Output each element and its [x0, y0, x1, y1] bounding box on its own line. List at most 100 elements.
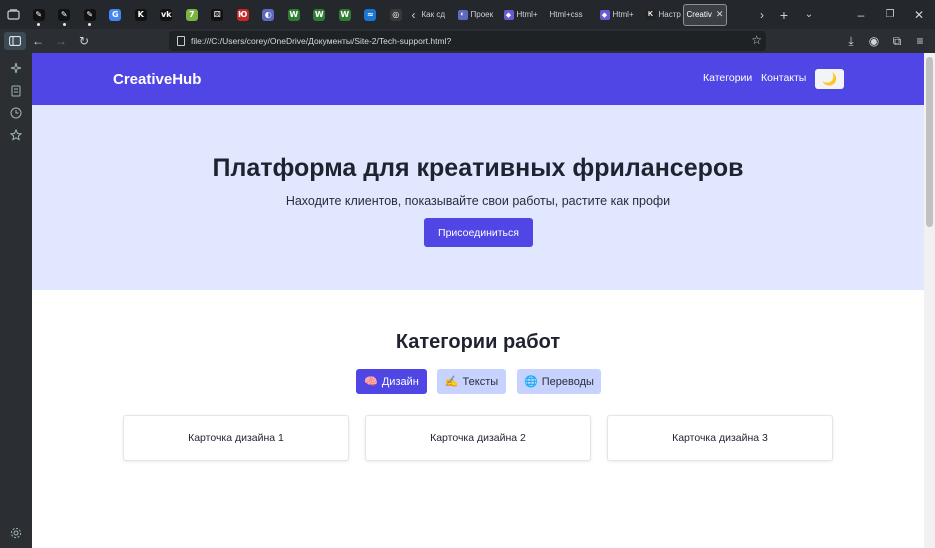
- new-tab-button[interactable]: +: [776, 0, 792, 29]
- file-icon: [177, 36, 185, 46]
- tab[interactable]: Html+css: [547, 4, 597, 26]
- pinned-tab[interactable]: ✎: [26, 0, 52, 29]
- wave-icon: ≈: [364, 8, 377, 21]
- writing-hand-icon: ✍️: [444, 375, 459, 388]
- scroll-tabs-right-icon[interactable]: ›: [755, 0, 769, 29]
- filter-texts-button[interactable]: ✍️ Тексты: [437, 369, 506, 394]
- pinned-tab[interactable]: W: [281, 0, 307, 29]
- back-button[interactable]: ←: [27, 29, 49, 53]
- pinned-tab[interactable]: W: [307, 0, 333, 29]
- puzzle-icon: ⧉: [892, 33, 902, 48]
- filter-design-button[interactable]: 🧠 Дизайн: [356, 369, 427, 394]
- tab[interactable]: Как сд: [419, 4, 455, 26]
- brain-icon: 🧠: [364, 375, 378, 388]
- menu-button[interactable]: ≡: [909, 29, 931, 53]
- join-button[interactable]: Присоединиться: [424, 218, 533, 247]
- tab[interactable]: ◆ Html+: [501, 4, 547, 26]
- forward-button[interactable]: →: [50, 29, 72, 53]
- pinned-tab[interactable]: ◐: [256, 0, 282, 29]
- filter-label: Дизайн: [381, 375, 419, 388]
- pinned-tab[interactable]: ⚄: [205, 0, 231, 29]
- google-icon: G: [109, 8, 122, 21]
- moon-icon: 🌙: [822, 72, 837, 86]
- category-card[interactable]: Карточка дизайна 1: [123, 415, 349, 461]
- site-logo[interactable]: CreativeHub: [113, 71, 201, 88]
- minimize-button[interactable]: –: [853, 0, 869, 29]
- profile-button[interactable]: ◉: [863, 29, 885, 53]
- tab-title: Настр: [658, 10, 681, 19]
- reload-icon: ↻: [78, 34, 90, 48]
- close-tab-icon[interactable]: ✕: [716, 9, 724, 20]
- category-card[interactable]: Карточка дизайна 3: [607, 415, 833, 461]
- gear-icon: [10, 527, 22, 539]
- pinned-tabs: ✎ ✎ ✎ G Kvk 7 ⚄ Ю ◐ W W W ≈ ◎: [26, 0, 409, 29]
- workspaces-icon: [6, 9, 20, 20]
- url-text: file:///C:/Users/corey/OneDrive/Документ…: [191, 36, 452, 46]
- tab[interactable]: ◆ Html+: [597, 4, 643, 26]
- filter-translations-button[interactable]: 🌐 Переводы: [517, 369, 601, 394]
- sparkle-icon: [10, 62, 22, 74]
- sidebar-reading-list-button[interactable]: [0, 81, 32, 101]
- hero-section: Платформа для креативных фрилансеров Нах…: [32, 105, 924, 290]
- profile-icon: ◉: [868, 34, 880, 48]
- tab-title: Проек: [470, 10, 494, 19]
- pinned-tab[interactable]: K: [128, 0, 154, 29]
- openai-icon: ◎: [389, 8, 402, 21]
- pinned-tab[interactable]: W: [332, 0, 358, 29]
- w-logo-icon: W: [313, 8, 326, 21]
- tab-active[interactable]: Creativ ✕: [682, 3, 727, 26]
- globe-icon: ◐: [262, 8, 275, 21]
- sidebar-toggle-button[interactable]: [4, 32, 26, 50]
- pinned-tab[interactable]: ✎: [52, 0, 78, 29]
- pinned-tab[interactable]: ◎: [383, 0, 409, 29]
- sidebar-favorites-button[interactable]: [0, 125, 32, 145]
- bookmark-star-icon[interactable]: ☆: [751, 33, 762, 47]
- browser-tab-bar: ✎ ✎ ✎ G Kvk 7 ⚄ Ю ◐ W W W ≈ ◎ ‹ Как сд ◐ Проек ◆ Html+ Html…: [0, 0, 935, 29]
- pinned-tab[interactable]: 7: [179, 0, 205, 29]
- pinned-tab[interactable]: ✎: [77, 0, 103, 29]
- tab-title: Html+css: [549, 10, 583, 19]
- sidebar-settings-button[interactable]: [0, 523, 32, 543]
- pen-nib-icon: ✎: [83, 8, 96, 21]
- close-window-button[interactable]: ✕: [911, 0, 927, 29]
- browser-sidebar: [0, 53, 32, 548]
- pinned-tab[interactable]: G: [103, 0, 129, 29]
- download-icon: ⤓: [848, 33, 854, 48]
- sidebar-history-button[interactable]: [0, 103, 32, 123]
- nav-link-categories[interactable]: Категории: [703, 72, 752, 84]
- reload-button[interactable]: ↻: [73, 29, 95, 53]
- filter-label: Переводы: [541, 375, 594, 388]
- hero-subtitle: Находите клиентов, показывайте свои рабо…: [285, 194, 671, 208]
- shield-icon: ◆: [503, 9, 514, 20]
- k-logo-icon: K: [645, 9, 656, 20]
- categories-title: Категории работ: [395, 331, 561, 353]
- vk-icon: vk: [160, 8, 173, 21]
- unread-dot: [88, 23, 92, 26]
- pinned-tab[interactable]: Ю: [230, 0, 256, 29]
- site-header: CreativeHub Категории Контакты 🌙: [32, 53, 924, 105]
- scrollbar-thumb[interactable]: [926, 57, 933, 227]
- shield-icon: ◆: [599, 9, 610, 20]
- nav-link-contacts[interactable]: Контакты: [761, 72, 806, 84]
- tab-title: Html+: [612, 10, 634, 19]
- category-card[interactable]: Карточка дизайна 2: [365, 415, 591, 461]
- hamburger-menu-icon: ≡: [916, 34, 924, 48]
- workspaces-button[interactable]: [0, 0, 26, 29]
- page-scrollbar[interactable]: [924, 53, 935, 548]
- address-toolbar: ← → ↻ file:///C:/Users/corey/OneDrive/До…: [0, 29, 935, 53]
- restore-button[interactable]: ❐: [882, 0, 898, 29]
- pinned-tab[interactable]: vk: [154, 0, 180, 29]
- tab-list-button[interactable]: ⌄: [801, 0, 817, 29]
- theme-toggle-button[interactable]: 🌙: [815, 69, 844, 89]
- scroll-tabs-left-icon[interactable]: ‹: [409, 4, 419, 26]
- extensions-button[interactable]: ⧉: [886, 29, 908, 53]
- clock-icon: [10, 107, 22, 119]
- downloads-button[interactable]: ⤓: [840, 29, 862, 53]
- pinned-tab[interactable]: ≈: [358, 0, 384, 29]
- url-bar[interactable]: file:///C:/Users/corey/OneDrive/Документ…: [169, 31, 766, 51]
- tab[interactable]: K Настр: [643, 4, 683, 26]
- tab-title: Html+: [516, 10, 538, 19]
- tab[interactable]: ◐ Проек: [455, 4, 501, 26]
- sidebar-ai-button[interactable]: [0, 58, 32, 78]
- tab-title: Как сд: [421, 10, 446, 19]
